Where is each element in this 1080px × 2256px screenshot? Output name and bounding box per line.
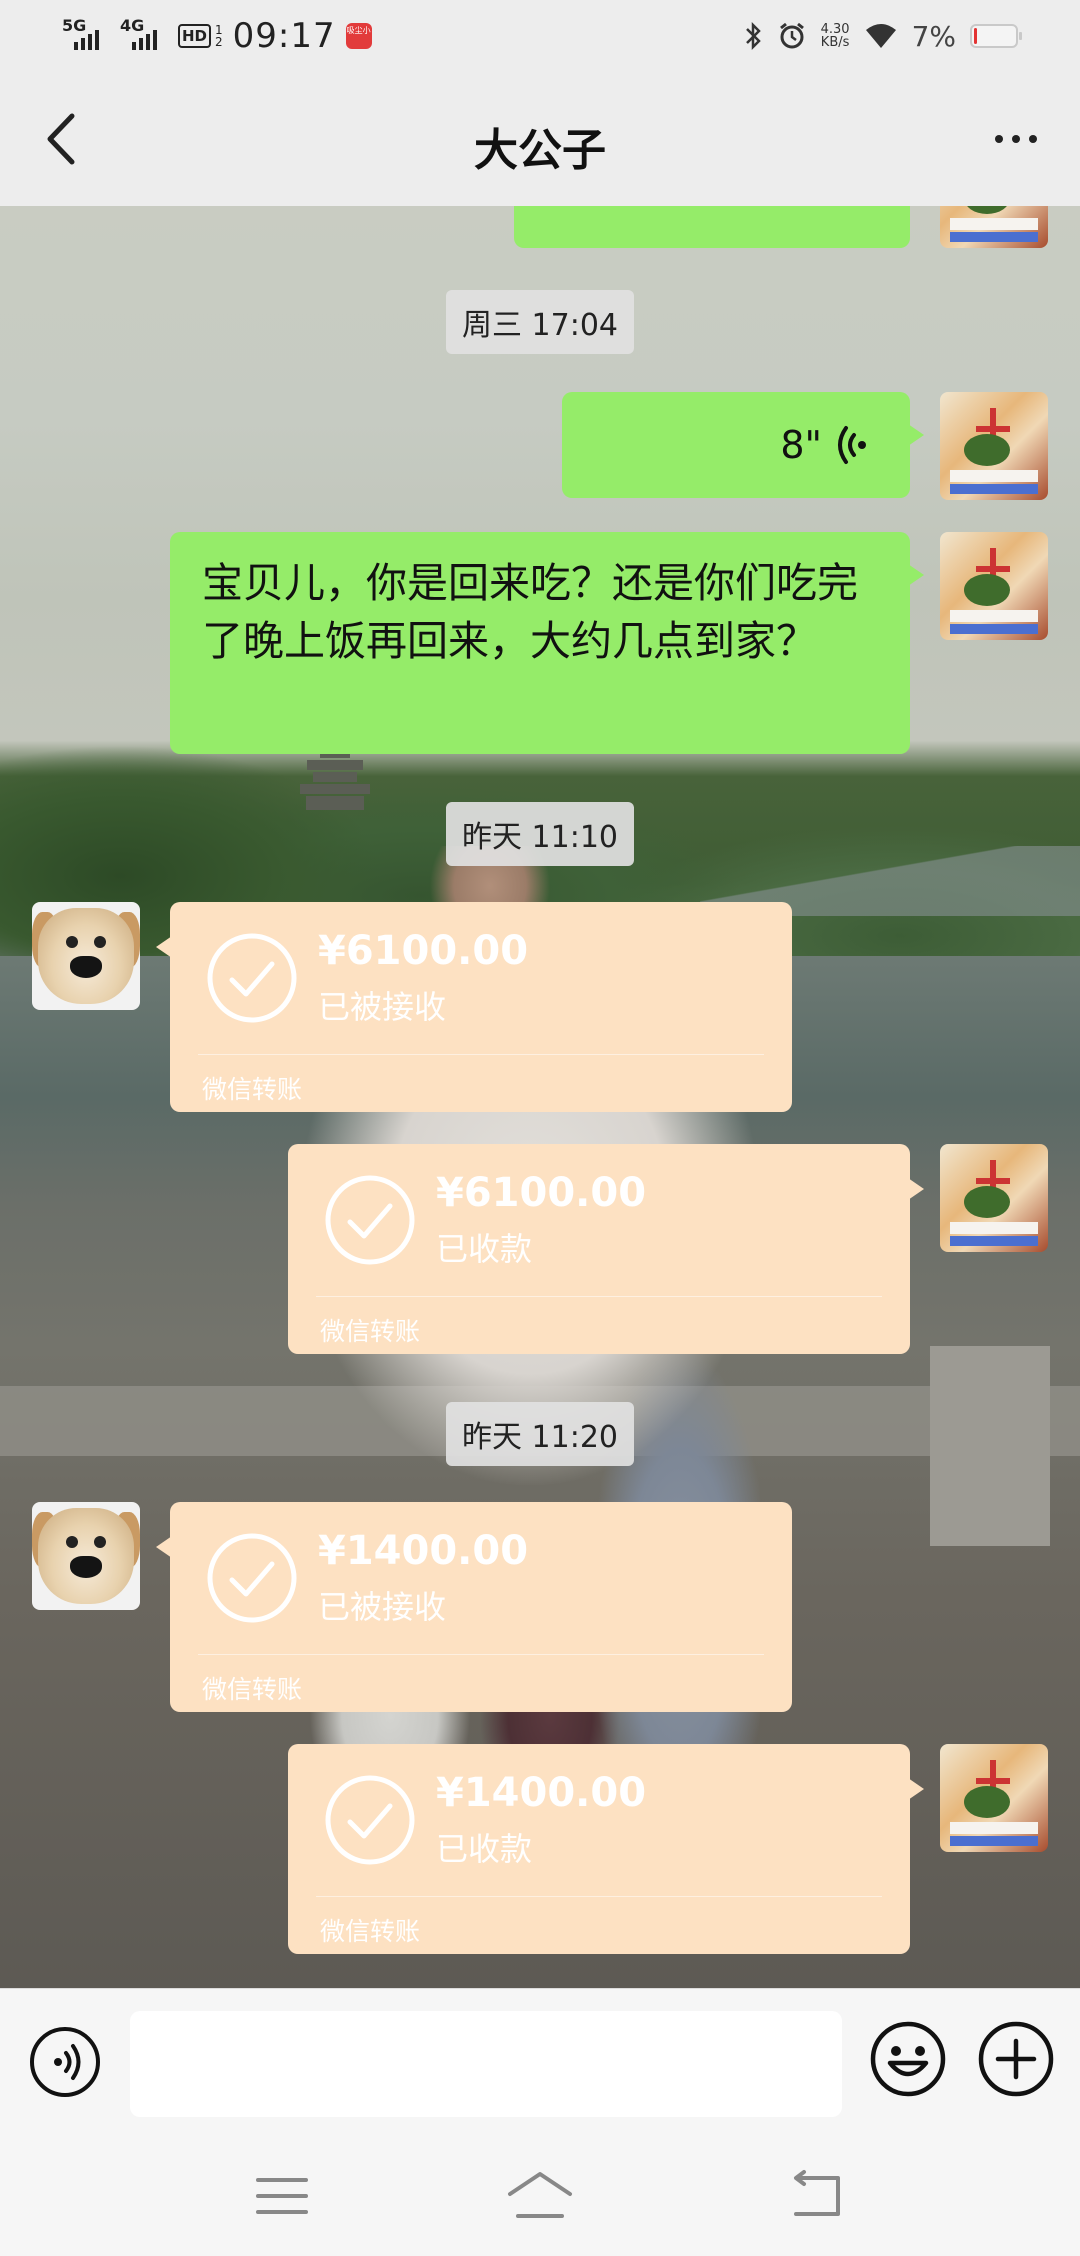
my-avatar[interactable] xyxy=(940,392,1048,500)
text-message-content: 宝贝儿，你是回来吃？还是你们吃完了晚上饭再回来，大约几点到家？ xyxy=(202,559,858,665)
transfer-card[interactable]: ¥1400.00 已被接收 微信转账 xyxy=(156,1502,792,1712)
my-avatar[interactable] xyxy=(940,1744,1048,1852)
text-message-bubble[interactable]: 宝贝儿，你是回来吃？还是你们吃完了晚上饭再回来，大约几点到家？ xyxy=(170,532,924,754)
chat-title: 大公子 xyxy=(474,125,606,176)
signal-4g-icon: 4G xyxy=(120,16,168,56)
voice-input-icon[interactable] xyxy=(28,2025,102,2099)
contact-avatar[interactable] xyxy=(32,902,140,1010)
transfer-divider xyxy=(198,1054,764,1055)
transfer-check-icon xyxy=(207,933,297,1023)
network-speed: 4.30 KB/s xyxy=(821,23,850,49)
transfer-amount: ¥1400.00 xyxy=(436,1770,647,1816)
emoji-icon[interactable] xyxy=(868,2019,948,2099)
wifi-icon xyxy=(865,24,896,48)
more-button[interactable] xyxy=(976,104,1056,174)
transfer-status: 已收款 xyxy=(436,1230,533,1268)
status-left: 5G 4G HD 12 09:17 吸尘小 xyxy=(62,14,372,58)
speed-unit: KB/s xyxy=(820,35,850,50)
transfer-status: 已收款 xyxy=(436,1830,533,1868)
transfer-footer: 微信转账 xyxy=(320,1917,421,1946)
battery-percent: 7% xyxy=(911,19,956,53)
my-avatar[interactable] xyxy=(940,532,1048,640)
my-avatar[interactable] xyxy=(940,206,1048,248)
home-icon[interactable] xyxy=(500,2166,580,2226)
transfer-footer: 微信转账 xyxy=(202,1075,303,1104)
contact-avatar[interactable] xyxy=(32,1502,140,1610)
timestamp: 昨天 11:10 xyxy=(0,802,1080,866)
more-dots-icon xyxy=(1012,135,1020,143)
bluetooth-icon xyxy=(745,21,761,51)
transfer-divider xyxy=(316,1896,882,1897)
transfer-check-icon xyxy=(207,1533,297,1623)
timestamp-text: 昨天 11:10 xyxy=(446,802,634,866)
transfer-card[interactable]: ¥6100.00 已收款 微信转账 xyxy=(288,1144,924,1354)
previous-message-bubble[interactable] xyxy=(514,206,910,248)
menu-icon[interactable] xyxy=(242,2166,322,2226)
more-dots-icon xyxy=(995,135,1003,143)
input-bar xyxy=(0,1988,1080,2137)
chat-header: 大公子 xyxy=(0,72,1080,206)
voice-duration: 8" xyxy=(780,423,822,467)
more-dots-icon xyxy=(1029,135,1037,143)
signal-5g-icon: 5G xyxy=(62,16,110,56)
transfer-amount: ¥1400.00 xyxy=(318,1528,529,1574)
hd-sub-icon: 12 xyxy=(215,24,223,48)
transfer-check-icon xyxy=(325,1775,415,1865)
transfer-footer: 微信转账 xyxy=(202,1675,303,1704)
timestamp: 昨天 11:20 xyxy=(0,1402,1080,1466)
alarm-icon xyxy=(779,22,804,49)
transfer-divider xyxy=(198,1654,764,1655)
transfer-footer: 微信转账 xyxy=(320,1317,421,1346)
plus-icon[interactable] xyxy=(976,2019,1056,2099)
transfer-check-icon xyxy=(325,1175,415,1265)
back-icon[interactable] xyxy=(778,2166,858,2226)
hd-icon: HD xyxy=(178,24,212,48)
chat-area[interactable]: 周三 17:04 8" 宝贝儿，你是回来吃？还是你们吃完了晚上饭再回来，大约几点… xyxy=(0,206,1080,1988)
background-pagoda xyxy=(292,746,378,810)
transfer-card[interactable]: ¥6100.00 已被接收 微信转账 xyxy=(156,902,792,1112)
transfer-status: 已被接收 xyxy=(318,988,447,1026)
battery-icon xyxy=(970,24,1022,48)
timestamp-text: 周三 17:04 xyxy=(446,290,634,354)
timestamp: 周三 17:04 xyxy=(0,290,1080,354)
transfer-amount: ¥6100.00 xyxy=(436,1170,647,1216)
status-bar: 5G 4G HD 12 09:17 吸尘小 4.30 KB/s 7% xyxy=(0,0,1080,72)
battery-fill xyxy=(974,28,977,44)
my-avatar[interactable] xyxy=(940,1144,1048,1252)
status-time: 09:17 xyxy=(232,16,336,56)
voice-wave-icon xyxy=(838,426,866,464)
voice-message-bubble[interactable]: 8" xyxy=(562,392,924,498)
timestamp-text: 昨天 11:20 xyxy=(446,1402,634,1466)
app-notification-icon: 吸尘小 xyxy=(345,23,372,49)
message-input[interactable] xyxy=(130,2011,842,2117)
transfer-divider xyxy=(316,1296,882,1297)
system-nav-bar xyxy=(0,2136,1080,2256)
transfer-card[interactable]: ¥1400.00 已收款 微信转账 xyxy=(288,1744,924,1954)
hd-sub2: 2 xyxy=(215,35,223,49)
transfer-status: 已被接收 xyxy=(318,1588,447,1626)
status-right: 4.30 KB/s 7% xyxy=(743,14,1022,58)
transfer-amount: ¥6100.00 xyxy=(318,928,529,974)
